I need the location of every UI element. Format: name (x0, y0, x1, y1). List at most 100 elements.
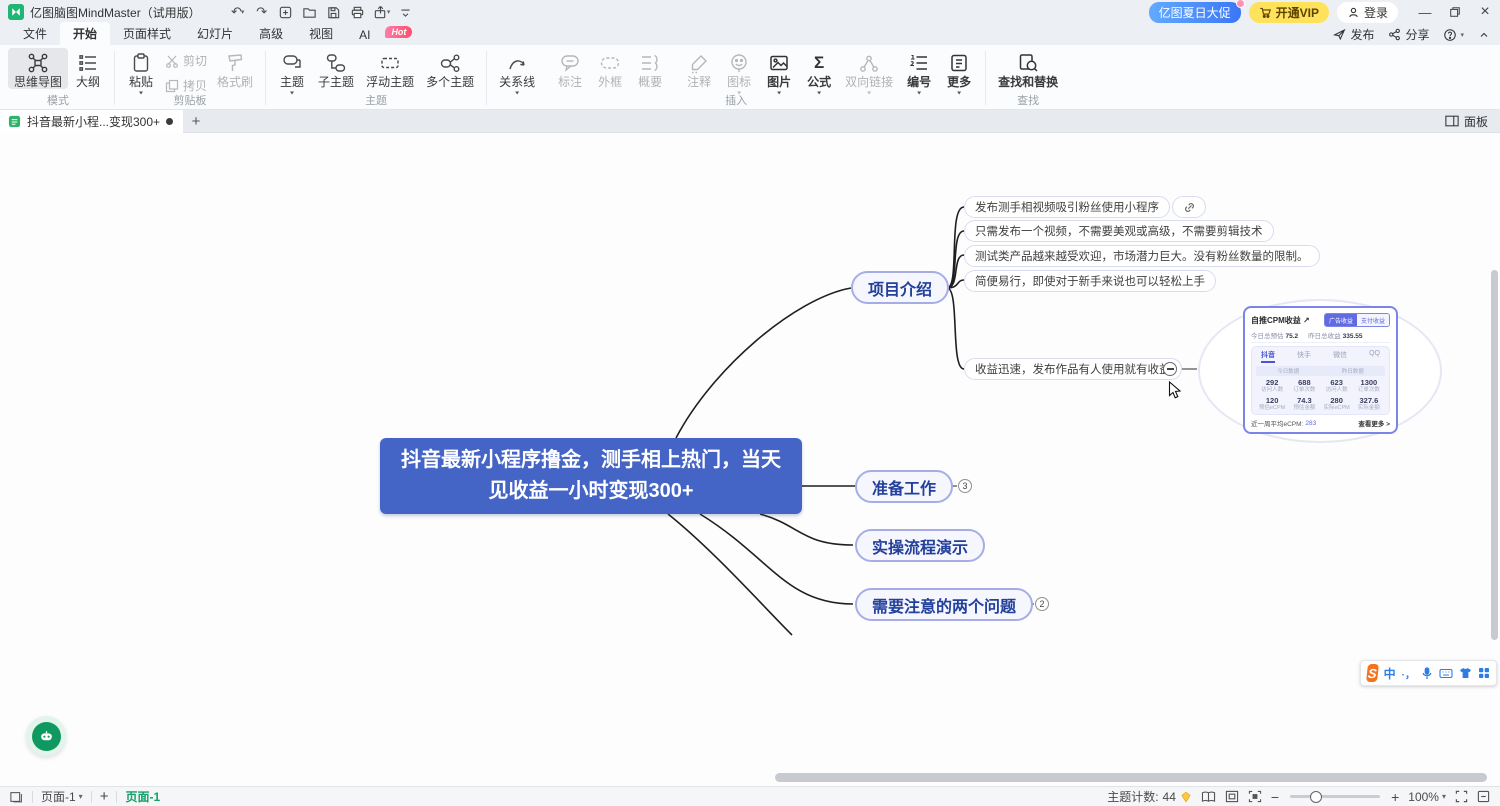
branch-project-intro[interactable]: 项目介绍 (851, 271, 949, 304)
new-document-button[interactable] (275, 3, 297, 21)
leaf-topic[interactable]: 发布测手相视频吸引粉丝使用小程序 (964, 196, 1170, 218)
zoom-slider[interactable] (1290, 795, 1380, 798)
menu-file[interactable]: 文件 (10, 22, 60, 45)
collapsed-count-badge[interactable]: 3 (958, 479, 972, 493)
menu-view[interactable]: 视图 (296, 22, 346, 45)
topic-icon (281, 51, 303, 75)
page-selector[interactable]: 页面-1▾ (41, 788, 83, 805)
callout-button[interactable]: 标注 (550, 48, 590, 89)
collapsed-count-badge[interactable]: 2 (1035, 597, 1049, 611)
leaf-topic[interactable]: 简便易行，即使对于新手来说也可以轻松上手 (964, 270, 1216, 292)
branch-preparation[interactable]: 准备工作 (855, 470, 953, 503)
more-insert-button[interactable]: 更多 ▾ (939, 48, 979, 96)
multiple-topics-button[interactable]: 多个主题 (420, 48, 480, 89)
topic-button[interactable]: 主题 ▾ (272, 48, 312, 96)
central-topic[interactable]: 抖音最新小程序撸金，测手相上热门，当天见收益一小时变现300+ (380, 438, 802, 514)
numbering-icon (908, 51, 930, 75)
group-label-clipboard: 剪贴板 (115, 92, 265, 108)
export-button[interactable]: ▾ (371, 3, 393, 21)
help-button[interactable]: ▾ (1443, 28, 1464, 42)
boundary-button[interactable]: 外框 (590, 48, 630, 89)
sogou-logo-icon[interactable]: S (1366, 664, 1379, 682)
find-replace-button[interactable]: 查找和替换 (992, 48, 1064, 89)
fullscreen-button[interactable] (1455, 790, 1468, 803)
title-bar: 亿图脑图MindMaster（试用版） ↶▾ ↷ ▾ 亿图夏日大促 开通VIP (0, 0, 1500, 24)
minimize-button[interactable]: — (1410, 0, 1440, 24)
page-list-icon[interactable] (10, 791, 24, 803)
format-painter-icon (224, 51, 246, 75)
numbering-button[interactable]: 编号 ▾ (899, 48, 939, 96)
mindmap-mode-button[interactable]: 思维导图 (8, 48, 68, 89)
comment-icon (688, 51, 710, 75)
pages-view-button[interactable] (1201, 790, 1216, 803)
save-button[interactable] (323, 3, 345, 21)
zoom-out-button[interactable]: − (1271, 789, 1279, 805)
ime-punctuation-button[interactable]: ·， (1402, 666, 1415, 681)
share-button[interactable]: 分享 (1388, 26, 1429, 43)
formula-button[interactable]: Σ 公式 ▾ (799, 48, 839, 96)
mindmap-canvas[interactable]: 抖音最新小程序撸金，测手相上热门，当天见收益一小时变现300+ 项目介绍 发布测… (0, 133, 1500, 786)
customize-toolbar-button[interactable] (395, 3, 417, 21)
add-page-button[interactable]: + (100, 788, 109, 805)
summary-button[interactable]: 概要 (630, 48, 670, 89)
ai-assistant-button[interactable] (26, 716, 66, 756)
fit-window-button[interactable] (1225, 790, 1239, 803)
menu-slideshow[interactable]: 幻灯片 (184, 22, 246, 45)
fit-selection-button[interactable] (1248, 790, 1262, 803)
menu-advanced[interactable]: 高级 (246, 22, 296, 45)
bidirectional-link-button[interactable]: 双向链接 ▾ (839, 48, 899, 96)
outline-mode-button[interactable]: 大纲 (68, 48, 108, 89)
vip-button[interactable]: 开通VIP (1249, 2, 1329, 23)
branch-demo[interactable]: 实操流程演示 (855, 529, 985, 562)
ribbon-group-insert: 关系线 ▾ 标注 外框 概要 (487, 45, 985, 109)
promo-badge[interactable]: 亿图夏日大促 (1149, 2, 1241, 23)
leaf-topic[interactable]: 只需发布一个视频，不需要美观或高级，不需要剪辑技术 (964, 220, 1274, 242)
horizontal-scrollbar[interactable] (775, 773, 1487, 782)
subtopic-button[interactable]: 子主题 (312, 48, 360, 89)
current-page-tab[interactable]: 页面-1 (125, 788, 160, 805)
close-button[interactable]: × (1470, 0, 1500, 24)
ribbon-group-clipboard: 粘贴 ▾ 剪切 拷贝 格式刷 剪贴板 (115, 45, 265, 109)
promo-decoration-icon (1236, 0, 1245, 8)
open-file-button[interactable] (299, 3, 321, 21)
insert-icon-button[interactable]: 图标 ▾ (719, 48, 759, 96)
vertical-scrollbar[interactable] (1491, 270, 1498, 640)
comment-button[interactable]: 注释 (679, 48, 719, 89)
menu-ai[interactable]: AI (346, 25, 383, 45)
zoom-in-button[interactable]: + (1391, 789, 1399, 805)
format-painter-button[interactable]: 格式刷 (211, 48, 259, 89)
leaf-topic[interactable]: 测试类产品越来越受欢迎，市场潜力巨大。没有粉丝数量的限制。 (964, 245, 1320, 267)
menu-home[interactable]: 开始 (60, 22, 110, 45)
ime-keyboard-button[interactable] (1439, 668, 1453, 679)
print-button[interactable] (347, 3, 369, 21)
app-title: 亿图脑图MindMaster（试用版） (30, 4, 201, 21)
cut-button[interactable]: 剪切 (161, 52, 211, 69)
publish-button[interactable]: 发布 (1333, 26, 1374, 43)
branch-issues[interactable]: 需要注意的两个问题 (855, 588, 1033, 621)
callout-icon (559, 51, 581, 75)
relationship-line-button[interactable]: 关系线 ▾ (493, 48, 541, 96)
menu-page-style[interactable]: 页面样式 (110, 22, 184, 45)
ime-toolbox-button[interactable] (1478, 667, 1490, 679)
collapse-ribbon-button[interactable] (1478, 29, 1490, 41)
login-button[interactable]: 登录 (1337, 2, 1398, 23)
ime-chinese-mode-button[interactable]: 中 (1384, 665, 1396, 682)
picture-button[interactable]: 图片 ▾ (759, 48, 799, 96)
ime-skin-button[interactable] (1459, 667, 1472, 679)
collapse-toggle[interactable] (1163, 362, 1177, 376)
undo-button[interactable]: ↶▾ (227, 3, 249, 21)
zoom-level[interactable]: 100%▾ (1408, 790, 1446, 804)
redo-button[interactable]: ↷ (251, 3, 273, 21)
new-tab-button[interactable]: + (183, 113, 209, 130)
paste-button[interactable]: 粘贴 ▾ (121, 48, 161, 96)
zoom-slider-knob[interactable] (1310, 791, 1322, 803)
leaf-topic[interactable]: 收益迅速，发布作品有人使用就有收益 (964, 358, 1182, 380)
hyperlink-attachment-button[interactable] (1172, 196, 1206, 218)
ime-voice-button[interactable] (1421, 667, 1433, 680)
bidirectional-link-icon (858, 51, 880, 75)
panel-toggle-button[interactable]: 面板 (1445, 113, 1500, 130)
floating-topic-button[interactable]: 浮动主题 (360, 48, 420, 89)
document-tab[interactable]: 抖音最新小程...变现300+ (0, 110, 183, 133)
restore-button[interactable] (1440, 0, 1470, 24)
collapse-statusbar-button[interactable] (1477, 790, 1490, 803)
